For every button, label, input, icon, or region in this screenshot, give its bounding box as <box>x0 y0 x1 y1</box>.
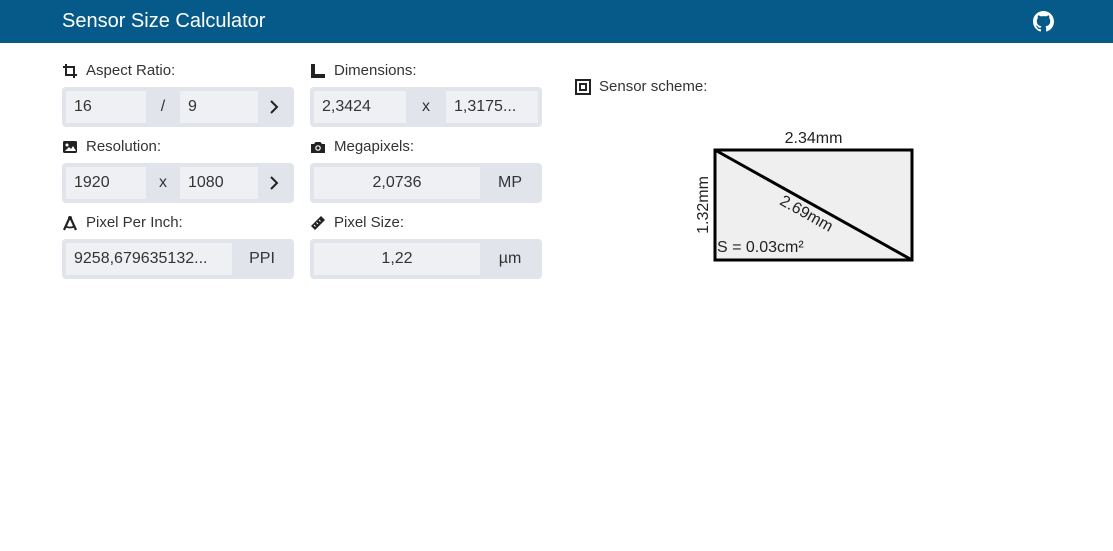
crop-icon <box>63 64 77 78</box>
megapixels-label-text: Megapixels: <box>334 138 415 155</box>
chevron-right-icon <box>270 100 279 114</box>
app-title: Sensor Size Calculator <box>62 10 266 32</box>
resolution-width-input[interactable] <box>66 167 146 199</box>
dimensions-label: Dimensions: <box>310 62 417 80</box>
resolution-separator: x <box>159 174 167 191</box>
header-bar: Sensor Size Calculator <box>0 0 1113 43</box>
megapixels-group: MP <box>310 163 542 203</box>
ppi-unit: PPI <box>249 250 275 267</box>
ppi-label-text: Pixel Per Inch: <box>86 214 183 231</box>
pixel-size-group: µm <box>310 239 542 279</box>
sensor-area-label: S = 0.03cm² <box>717 239 804 256</box>
compass-drafting-icon <box>62 216 78 231</box>
dimensions-group: x <box>310 87 542 127</box>
resolution-label: Resolution: <box>62 138 161 156</box>
ruler-icon <box>311 216 325 230</box>
resolution-apply-button[interactable] <box>259 167 289 199</box>
ruler-corner-icon <box>311 64 325 78</box>
dimension-height-input[interactable] <box>446 91 538 123</box>
sensor-scheme-diagram: 2.34mm 1.32mm 2.69mm S = 0.03cm² <box>695 130 914 262</box>
aspect-width-input[interactable] <box>66 91 146 123</box>
aspect-height-input[interactable] <box>180 91 258 123</box>
megapixels-input[interactable] <box>314 167 480 199</box>
dimension-separator: x <box>422 98 430 115</box>
github-icon[interactable] <box>1033 11 1054 32</box>
pixel-size-label-text: Pixel Size: <box>334 214 405 231</box>
aspect-ratio-group: / <box>62 87 294 127</box>
sensor-frame-icon <box>575 79 591 95</box>
dimensions-label-text: Dimensions: <box>334 62 417 79</box>
image-icon <box>63 141 77 153</box>
resolution-label-text: Resolution: <box>86 138 162 155</box>
aspect-ratio-label: Aspect Ratio: <box>62 62 175 80</box>
sensor-scheme-label: Sensor scheme: <box>575 78 707 96</box>
ppi-input[interactable] <box>66 243 232 275</box>
aspect-ratio-label-text: Aspect Ratio: <box>86 62 176 79</box>
megapixels-label: Megapixels: <box>310 138 414 156</box>
ppi-label: Pixel Per Inch: <box>62 214 183 232</box>
sensor-height-label: 1.32mm <box>695 176 712 234</box>
pixel-size-input[interactable] <box>314 243 480 275</box>
pixel-size-label: Pixel Size: <box>310 214 404 232</box>
resolution-height-input[interactable] <box>180 167 258 199</box>
sensor-width-label: 2.34mm <box>785 130 843 147</box>
sensor-scheme-label-text: Sensor scheme: <box>599 78 708 95</box>
megapixels-unit: MP <box>498 174 522 191</box>
ppi-group: PPI <box>62 239 294 279</box>
pixel-size-unit: µm <box>498 250 522 267</box>
dimension-width-input[interactable] <box>314 91 406 123</box>
camera-icon <box>311 142 325 153</box>
aspect-separator: / <box>160 98 166 115</box>
resolution-group: x <box>62 163 294 203</box>
aspect-apply-button[interactable] <box>259 91 289 123</box>
chevron-right-icon <box>270 176 279 190</box>
